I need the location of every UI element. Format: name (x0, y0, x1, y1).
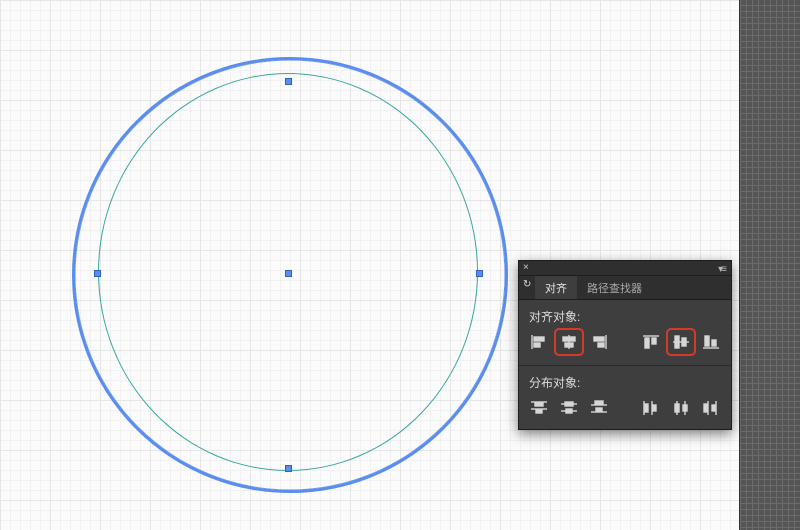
horizontal-align-left-icon[interactable] (527, 331, 551, 353)
panel-header[interactable]: × ▾≡ (519, 261, 731, 276)
vertical-distribute-bottom-icon[interactable] (587, 397, 611, 419)
reset-icon[interactable]: ↻ (523, 279, 531, 290)
align-objects-label: 对齐对象: (519, 300, 731, 329)
align-buttons-row (519, 329, 731, 363)
align-panel: × ▾≡ ↻ 对齐 路径查找器 对齐对象: (518, 260, 732, 430)
vertical-distribute-top-icon[interactable] (527, 397, 551, 419)
vertical-align-center-icon[interactable] (669, 331, 693, 353)
panel-tabs: ↻ 对齐 路径查找器 (519, 276, 731, 300)
horizontal-distribute-right-icon[interactable] (699, 397, 723, 419)
horizontal-distribute-left-icon[interactable] (639, 397, 663, 419)
selection-anchor-bottom[interactable] (285, 465, 292, 472)
tab-align[interactable]: 对齐 (535, 276, 577, 299)
close-icon[interactable]: × (523, 262, 529, 273)
horizontal-align-center-icon[interactable] (557, 331, 581, 353)
horizontal-distribute-center-icon[interactable] (669, 397, 693, 419)
selection-anchor-center[interactable] (285, 270, 292, 277)
distribute-buttons-row (519, 395, 731, 429)
distribute-objects-label: 分布对象: (519, 366, 731, 395)
vertical-align-top-icon[interactable] (639, 331, 663, 353)
vertical-align-bottom-icon[interactable] (699, 331, 723, 353)
selection-anchor-left[interactable] (94, 270, 101, 277)
vertical-distribute-center-icon[interactable] (557, 397, 581, 419)
ruler-right (739, 0, 800, 530)
horizontal-align-right-icon[interactable] (587, 331, 611, 353)
tab-pathfinder[interactable]: 路径查找器 (577, 276, 652, 299)
selection-anchor-right[interactable] (476, 270, 483, 277)
panel-menu-icon[interactable]: ▾≡ (718, 264, 725, 275)
selection-anchor-top[interactable] (285, 78, 292, 85)
